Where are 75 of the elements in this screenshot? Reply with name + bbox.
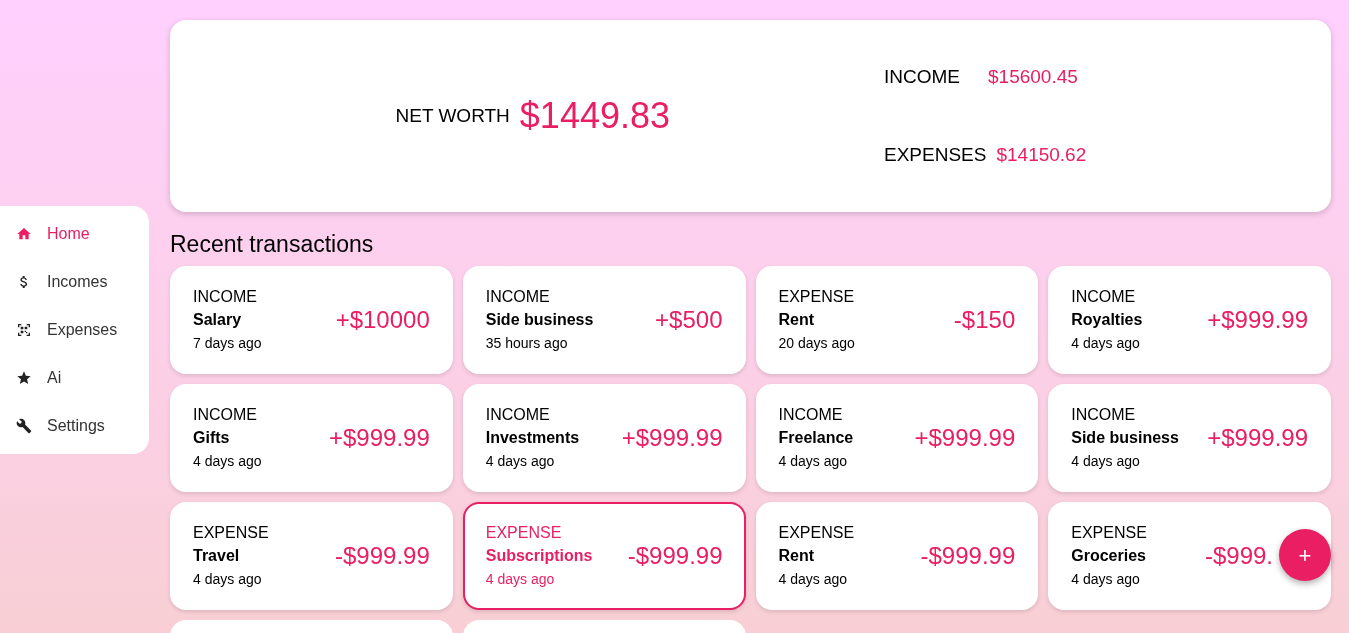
- transaction-amount: -$999.99: [920, 541, 1016, 571]
- transaction-time: 35 hours ago: [485, 334, 569, 353]
- star-icon: [16, 370, 32, 386]
- income-value: $15600.45: [988, 64, 1078, 89]
- transaction-name: Rent: [778, 546, 816, 566]
- transaction-time: 7 days ago: [193, 334, 262, 353]
- transaction-amount: -$150: [953, 305, 1016, 335]
- transaction-amount: +$999.99: [1207, 305, 1308, 335]
- transaction-amount: +$10000: [335, 305, 430, 335]
- nav-item[interactable]: Home: [0, 210, 149, 258]
- qr-code-icon: [16, 322, 32, 338]
- wrench-icon: [16, 418, 32, 434]
- transaction-type: INCOME: [193, 405, 258, 425]
- expenses-value: $14150.62: [996, 143, 1087, 167]
- transaction-time: 4 days ago: [485, 570, 556, 589]
- transaction-amount: +$500: [655, 305, 723, 335]
- transaction-type: INCOME: [193, 287, 258, 307]
- transaction-time: 4 days ago: [1071, 570, 1141, 589]
- transaction-amount: -$999.: [1204, 541, 1273, 571]
- transaction-card[interactable]: INCOME Side business 35 hours ago +$500: [462, 266, 746, 374]
- section-heading: Recent transactions: [170, 230, 375, 259]
- transaction-amount: +$999.99: [1207, 423, 1308, 453]
- transaction-type: INCOME: [1071, 287, 1137, 307]
- transaction-name: Rent: [778, 310, 816, 330]
- transaction-name: Investments: [485, 428, 580, 448]
- transaction-time: 4 days ago: [1071, 452, 1141, 471]
- nav-item[interactable]: Incomes: [0, 258, 149, 306]
- transaction-name: Royalties: [1071, 310, 1143, 330]
- transaction-name: Freelance: [778, 428, 854, 448]
- transaction-type: INCOME: [485, 287, 551, 307]
- transaction-type: EXPENSE: [778, 523, 855, 543]
- income-label: INCOME: [884, 64, 960, 89]
- transaction-card[interactable]: INCOME Salary 7 days ago +$10000: [170, 266, 453, 374]
- transaction-amount: +$999.99: [328, 423, 430, 453]
- home-icon: [16, 226, 32, 242]
- transaction-name: Gifts: [193, 428, 231, 448]
- transaction-time: 4 days ago: [485, 452, 556, 471]
- transaction-amount: -$999.99: [627, 541, 723, 571]
- net-worth-label: NET WORTH: [395, 103, 510, 128]
- transaction-amount: -$999.99: [335, 541, 430, 571]
- nav-item[interactable]: Settings: [0, 402, 149, 450]
- transaction-time: 4 days ago: [778, 452, 848, 471]
- transaction-type: EXPENSE: [778, 287, 855, 307]
- transaction-card[interactable]: INCOME Gifts 4 days ago +$999.99: [170, 384, 453, 492]
- transaction-card[interactable]: EXPENSE Rent 20 days ago -$150: [755, 266, 1039, 374]
- transaction-time: 4 days ago: [193, 570, 263, 589]
- expenses-label: EXPENSES: [884, 143, 987, 167]
- nav-item[interactable]: Expenses: [0, 306, 149, 354]
- net-worth-value: $1449.83: [519, 94, 670, 138]
- transaction-name: Groceries: [1071, 546, 1147, 566]
- transaction-card[interactable]: EXPENSE Subscriptions 4 days ago -$999.99: [462, 502, 746, 610]
- transaction-name: Side business: [485, 310, 594, 330]
- transaction-type: EXPENSE: [1071, 523, 1147, 543]
- transaction-time: 4 days ago: [778, 570, 848, 589]
- transaction-type: EXPENSE: [485, 523, 563, 543]
- transaction-type: INCOME: [1071, 405, 1137, 425]
- transaction-time: 4 days ago: [1071, 334, 1141, 353]
- transaction-card[interactable]: EXPENSE Rent 4 days ago -$999.99: [755, 502, 1039, 610]
- transaction-type: INCOME: [485, 405, 551, 425]
- transaction-card[interactable]: EXPENSE Travel 4 days ago -$999.99: [170, 502, 453, 610]
- transaction-time: 4 days ago: [193, 452, 262, 471]
- transaction-card[interactable]: INCOME Investments 4 days ago +$999.99: [462, 384, 746, 492]
- transaction-name: Travel: [193, 546, 241, 566]
- transaction-name: Side business: [1071, 428, 1179, 448]
- transaction-card[interactable]: INCOME Freelance 4 days ago +$999.99: [755, 384, 1039, 492]
- transaction-amount: +$999.99: [621, 423, 723, 453]
- transaction-card[interactable]: INCOME Royalties 4 days ago +$999.99: [1048, 266, 1331, 374]
- transaction-card[interactable]: INCOME Side business 4 days ago +$999.99: [1048, 384, 1331, 492]
- transaction-type: INCOME: [778, 405, 844, 425]
- transaction-amount: +$999.99: [914, 423, 1016, 453]
- transaction-type: EXPENSE: [193, 523, 269, 543]
- transaction-name: Salary: [193, 310, 243, 330]
- transaction-name: Subscriptions: [485, 546, 593, 566]
- transaction-time: 20 days ago: [778, 334, 855, 353]
- nav-item[interactable]: Ai: [0, 354, 149, 402]
